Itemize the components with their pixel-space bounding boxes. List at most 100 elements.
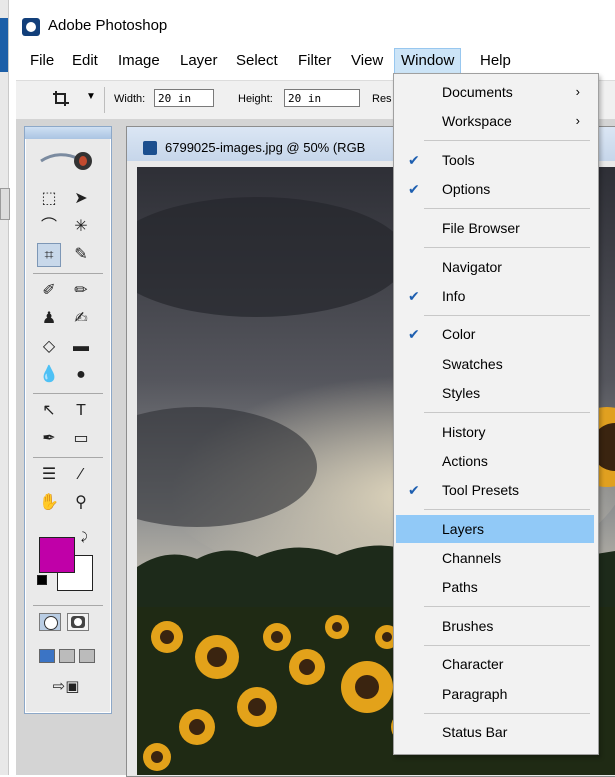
options-separator — [104, 87, 105, 113]
clone-stamp-tool-icon[interactable]: ♟ — [37, 307, 61, 331]
menu-select[interactable]: Select — [230, 48, 284, 74]
eraser-tool-icon[interactable]: ◇ — [37, 335, 61, 359]
menu-bar: File Edit Image Layer Select Filter View… — [16, 48, 615, 74]
window-menu-item-history[interactable]: History — [396, 418, 594, 446]
document-icon — [143, 141, 157, 155]
foreground-color-swatch[interactable] — [39, 537, 75, 573]
dodge-tool-icon[interactable]: ● — [69, 363, 93, 387]
resolution-label: Res — [372, 93, 392, 105]
menu-window[interactable]: Window — [394, 48, 462, 74]
default-colors-icon[interactable] — [37, 575, 47, 585]
lasso-tool-icon[interactable]: ⌒ — [37, 215, 61, 239]
window-menu-item-color[interactable]: ✔ Color — [396, 320, 594, 348]
window-menu-item-brushes[interactable]: Brushes — [396, 612, 594, 640]
standard-screen-mode-button[interactable] — [39, 649, 55, 663]
history-brush-tool-icon[interactable]: ✍ — [69, 307, 93, 331]
window-menu-item-documents[interactable]: Documents › — [396, 78, 594, 106]
tool-preset-dropdown-icon[interactable]: ▼ — [86, 91, 96, 102]
checkmark-icon: ✔ — [408, 287, 420, 304]
menu-layer[interactable]: Layer — [174, 48, 224, 74]
window-menu-item-paragraph[interactable]: Paragraph — [396, 680, 594, 708]
healing-brush-tool-icon[interactable]: ✐ — [37, 279, 61, 303]
checkmark-icon: ✔ — [408, 481, 420, 498]
taskbar-fragment — [0, 18, 8, 72]
window-menu-item-swatches[interactable]: Swatches — [396, 350, 594, 378]
checkmark-icon: ✔ — [408, 326, 420, 343]
menu-item-label: Tool Presets — [442, 481, 520, 498]
window-menu-item-channels[interactable]: Channels — [396, 544, 594, 572]
window-menu-item-options[interactable]: ✔ Options — [396, 175, 594, 203]
path-selection-tool-icon[interactable]: ↖ — [37, 399, 61, 423]
window-menu-item-paths[interactable]: Paths — [396, 573, 594, 601]
window-menu-item-info[interactable]: ✔ Info — [396, 282, 594, 310]
toolbox-separator — [33, 273, 103, 274]
menu-item-label: Info — [442, 287, 466, 304]
window-menu-dropdown: Documents › Workspace › ✔ Tools ✔ Options File B… — [393, 73, 599, 755]
height-label: Height: — [238, 93, 273, 105]
standard-mode-button[interactable] — [39, 613, 61, 631]
swap-colors-icon[interactable]: ⤸ — [81, 531, 88, 544]
window-menu-item-character[interactable]: Character — [396, 650, 594, 678]
full-screen-menu-mode-button[interactable] — [59, 649, 75, 663]
width-label: Width: — [114, 93, 146, 105]
full-screen-mode-button[interactable] — [79, 649, 95, 663]
window-menu-item-styles[interactable]: Styles — [396, 379, 594, 407]
window-menu-item-actions[interactable]: Actions — [396, 447, 594, 475]
window-menu-item-workspace[interactable]: Workspace › — [396, 107, 594, 135]
window-menu-item-file-browser[interactable]: File Browser — [396, 214, 594, 242]
crop-icon[interactable] — [52, 90, 70, 108]
window-menu-item-tools[interactable]: ✔ Tools — [396, 146, 594, 174]
menu-item-label: Paragraph — [442, 685, 508, 702]
menu-separator — [424, 644, 590, 646]
menu-edit[interactable]: Edit — [66, 48, 104, 74]
photoshop-app-icon — [22, 18, 40, 36]
window-menu-item-status-bar[interactable]: Status Bar — [396, 718, 594, 746]
brush-tool-icon[interactable]: ✏ — [69, 279, 93, 303]
menu-separator — [424, 208, 590, 210]
menu-item-label: Layers — [442, 520, 485, 537]
hand-tool-icon[interactable]: ✋ — [37, 491, 61, 515]
quick-mask-icon — [71, 616, 85, 628]
menu-item-label: Character — [442, 656, 504, 673]
standard-mode-icon — [44, 616, 58, 630]
width-input[interactable]: 20 in — [154, 89, 214, 107]
pen-tool-icon[interactable]: ✒ — [37, 427, 61, 451]
feather-logo-icon[interactable] — [39, 147, 97, 173]
app-title: Adobe Photoshop — [48, 17, 168, 34]
jump-to-imageready-icon[interactable]: ⇨▣ — [39, 675, 93, 699]
menu-item-label: File Browser — [442, 219, 520, 236]
menu-view[interactable]: View — [345, 48, 389, 74]
window-menu-item-navigator[interactable]: Navigator — [396, 253, 594, 281]
eyedropper-tool-icon[interactable]: ⁄ — [69, 463, 93, 487]
type-tool-icon[interactable]: T — [69, 399, 93, 423]
desktop-edge — [0, 0, 10, 775]
menu-help[interactable]: Help — [474, 48, 517, 74]
magic-wand-tool-icon[interactable]: ✳ — [69, 215, 93, 239]
toolbox-header[interactable] — [25, 127, 111, 139]
menu-file[interactable]: File — [24, 48, 60, 74]
checkmark-icon: ✔ — [408, 181, 420, 198]
marquee-tool-icon[interactable]: ⬚ — [37, 187, 61, 211]
gradient-tool-icon[interactable]: ▬ — [69, 335, 93, 359]
height-input[interactable]: 20 in — [284, 89, 360, 107]
slice-tool-icon[interactable]: ✎ — [69, 243, 93, 267]
blur-tool-icon[interactable]: 💧 — [37, 363, 61, 387]
window-menu-item-tool-presets[interactable]: ✔ Tool Presets — [396, 476, 594, 504]
menu-separator — [424, 712, 590, 714]
zoom-tool-icon[interactable]: ⚲ — [69, 491, 93, 515]
crop-tool-icon[interactable]: ⌗ — [37, 243, 61, 267]
move-tool-icon[interactable]: ➤ — [69, 187, 93, 211]
notes-tool-icon[interactable]: ☰ — [37, 463, 61, 487]
menu-image[interactable]: Image — [112, 48, 166, 74]
menu-item-label: Navigator — [442, 258, 502, 275]
menu-filter[interactable]: Filter — [292, 48, 337, 74]
window-menu-item-layers[interactable]: Layers — [396, 514, 594, 543]
quick-mask-mode-button[interactable] — [67, 613, 89, 631]
menu-separator — [424, 509, 590, 511]
menu-item-label: Swatches — [442, 355, 503, 372]
menu-item-label: Color — [442, 326, 476, 343]
menu-item-label: Channels — [442, 549, 502, 566]
menu-item-label: Tools — [442, 151, 475, 168]
menu-separator — [424, 412, 590, 413]
shape-tool-icon[interactable]: ▭ — [69, 427, 93, 451]
